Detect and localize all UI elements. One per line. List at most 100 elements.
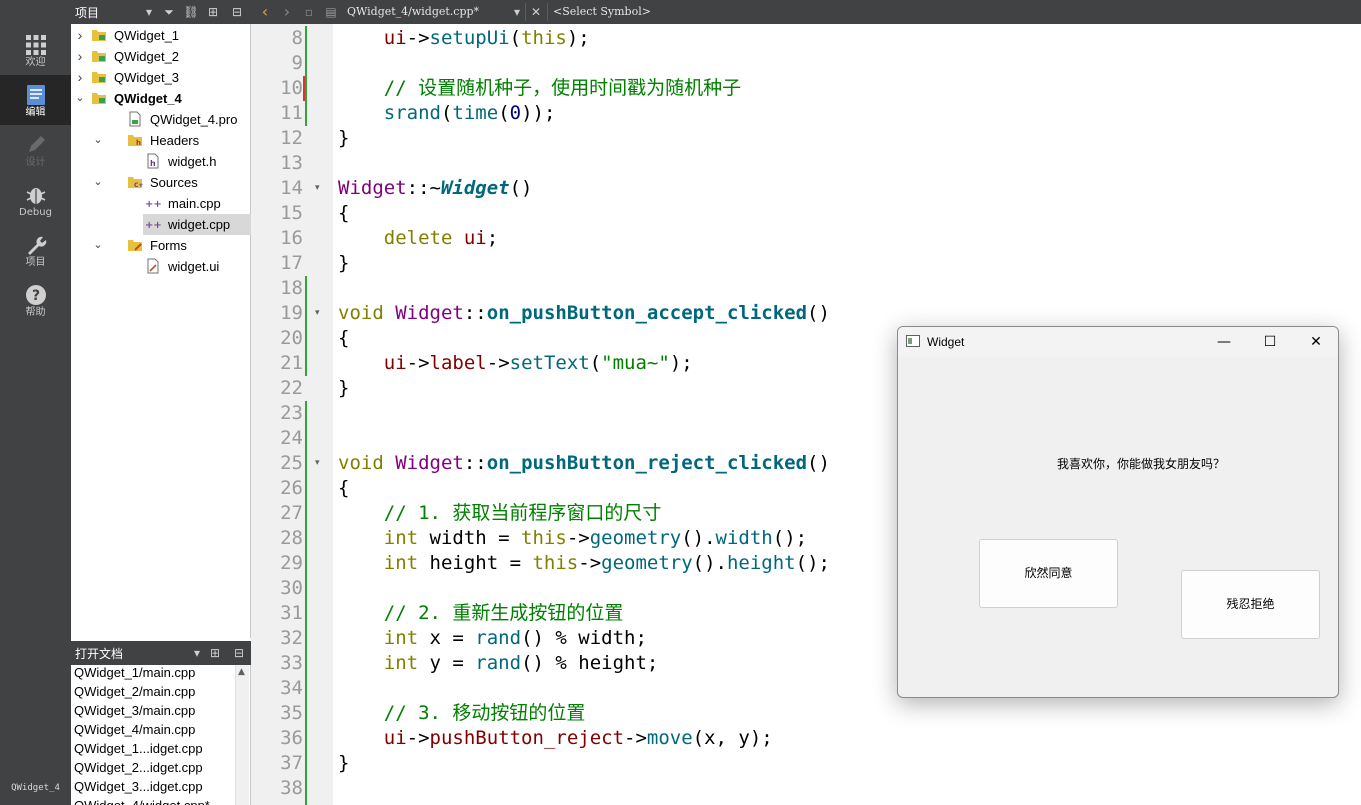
code-token: ui: [383, 727, 407, 749]
open-document-item[interactable]: QWidget_1/main.cpp: [74, 665, 195, 684]
expanded-chevron-icon[interactable]: ⌄: [74, 91, 86, 105]
tree-item-qwidget-3[interactable]: › QWidget_3: [71, 67, 251, 88]
tree-item-forms[interactable]: ⌄ Forms: [71, 235, 251, 256]
mode-projects-label: 项目: [25, 257, 46, 268]
tree-item-qwidget-1[interactable]: › QWidget_1: [71, 25, 251, 46]
code-token: {: [338, 477, 350, 499]
tree-item-qwidget-2[interactable]: › QWidget_2: [71, 46, 251, 67]
maximize-button[interactable]: ☐: [1247, 327, 1293, 357]
projects-view-title[interactable]: 项目: [75, 4, 99, 21]
code-token: ::: [463, 302, 487, 324]
reject-button[interactable]: 残忍拒绝: [1181, 570, 1320, 639]
open-document-item[interactable]: QWidget_2/main.cpp: [74, 684, 195, 703]
line-number: 9: [291, 52, 303, 74]
code-token: // 1. 获取当前程序窗口的尺寸: [383, 502, 662, 524]
code-line[interactable]: // 3. 移动按钮的位置: [338, 701, 586, 726]
close-pane-icon[interactable]: ⊟: [229, 4, 245, 20]
scroll-up-arrow-icon[interactable]: ▲: [238, 667, 245, 677]
link-sync-icon[interactable]: ⛓: [183, 4, 199, 20]
code-line[interactable]: void Widget::on_pushButton_accept_clicke…: [338, 301, 830, 326]
open-documents-scrollbar[interactable]: ▲: [235, 665, 249, 805]
code-line[interactable]: int y = rand() % height;: [338, 651, 659, 676]
kit-selector[interactable]: QWidget_4: [0, 783, 71, 793]
open-document-item[interactable]: QWidget_3/main.cpp: [74, 703, 195, 722]
open-document-item[interactable]: QWidget_2...idget.cpp: [74, 760, 203, 779]
open-document-item[interactable]: QWidget_4/widget.cpp*: [74, 798, 210, 805]
fold-marker-icon[interactable]: ▾: [315, 451, 325, 476]
file-dropdown-arrow-icon[interactable]: ▾: [509, 4, 525, 20]
split-pane-icon[interactable]: ⊞: [207, 645, 223, 661]
navigate-forward-icon[interactable]: ›: [279, 4, 295, 20]
code-line[interactable]: {: [338, 476, 349, 501]
code-line[interactable]: ui->label->setText("mua~");: [338, 351, 693, 376]
code-line[interactable]: }: [338, 751, 349, 776]
line-number: 30: [280, 577, 303, 599]
code-line[interactable]: int width = this->geometry().width();: [338, 526, 807, 551]
fold-marker-icon[interactable]: ▾: [315, 176, 325, 201]
navigate-back-icon[interactable]: ‹: [257, 4, 273, 20]
mode-design[interactable]: 设计: [0, 125, 71, 175]
tree-item-main-cpp[interactable]: ++ main.cpp: [71, 193, 251, 214]
split-pane-icon[interactable]: ⊞: [205, 4, 221, 20]
tree-item-widget-ui[interactable]: widget.ui: [71, 256, 251, 277]
code-line[interactable]: ui->pushButton_reject->move(x, y);: [338, 726, 773, 751]
expanded-chevron-icon[interactable]: ⌄: [92, 175, 104, 189]
code-token: ui: [383, 27, 407, 49]
collapsed-chevron-icon[interactable]: ›: [74, 49, 86, 63]
symbol-selector[interactable]: <Select Symbol>: [553, 5, 651, 18]
code-line[interactable]: // 1. 获取当前程序窗口的尺寸: [338, 501, 662, 526]
code-line[interactable]: }: [338, 251, 349, 276]
tree-item-headers[interactable]: ⌄ h Headers: [71, 130, 251, 151]
open-document-item[interactable]: QWidget_3...idget.cpp: [74, 779, 203, 798]
close-button[interactable]: ✕: [1293, 327, 1338, 357]
mode-projects[interactable]: 项目: [0, 225, 71, 275]
fold-marker-icon[interactable]: ▾: [315, 301, 325, 326]
tree-item-sources[interactable]: ⌄ C+ Sources: [71, 172, 251, 193]
code-line[interactable]: ui->setupUi(this);: [338, 26, 590, 51]
close-pane-icon[interactable]: ⊟: [231, 645, 247, 661]
expanded-chevron-icon[interactable]: ⌄: [92, 133, 104, 147]
open-document-item[interactable]: QWidget_1...idget.cpp: [74, 741, 203, 760]
collapsed-chevron-icon[interactable]: ›: [74, 28, 86, 42]
mode-help[interactable]: ? 帮助: [0, 275, 71, 325]
dropdown-arrow-icon[interactable]: ▾: [141, 4, 157, 20]
code-line[interactable]: }: [338, 376, 349, 401]
close-document-icon[interactable]: ✕: [528, 4, 544, 20]
code-line[interactable]: void Widget::on_pushButton_reject_clicke…: [338, 451, 830, 476]
mode-welcome[interactable]: 欢迎: [0, 25, 71, 75]
tree-item-widget-cpp[interactable]: ++ widget.cpp: [71, 214, 251, 235]
expanded-chevron-icon[interactable]: ⌄: [92, 238, 104, 252]
code-line[interactable]: srand(time(0));: [338, 101, 556, 126]
code-line[interactable]: // 设置随机种子，使用时间戳为随机种子: [338, 76, 741, 101]
mode-debug[interactable]: Debug: [0, 175, 71, 225]
code-line[interactable]: Widget::~Widget(): [338, 176, 533, 201]
filter-icon[interactable]: ⏷: [161, 4, 177, 20]
code-line[interactable]: {: [338, 201, 349, 226]
dropdown-arrow-icon[interactable]: ▾: [189, 645, 205, 661]
open-documents-list: QWidget_4/widget.cpp*QWidget_3...idget.c…: [71, 665, 251, 805]
tree-item-widget-h[interactable]: h widget.h: [71, 151, 251, 172]
code-token: time: [452, 102, 499, 124]
open-documents-title[interactable]: 打开文档: [75, 645, 123, 662]
code-line[interactable]: }: [338, 126, 349, 151]
code-line[interactable]: // 2. 重新生成按钮的位置: [338, 601, 624, 626]
window-titlebar[interactable]: Widget — ☐ ✕: [898, 327, 1338, 357]
code-line[interactable]: delete ui;: [338, 226, 498, 251]
line-number: 27: [280, 502, 303, 524]
current-file-label[interactable]: QWidget_4/widget.cpp*: [347, 5, 479, 18]
collapsed-chevron-icon[interactable]: ›: [74, 70, 86, 84]
open-document-item[interactable]: QWidget_4/main.cpp: [74, 722, 195, 741]
accept-button[interactable]: 欣然同意: [979, 539, 1118, 608]
code-line[interactable]: {: [338, 326, 349, 351]
line-number-gutter: 8 9 10 11 12 13 14 ▾ 15 16 17 18 19 ▾ 20 21 22 23 24 25 ▾ 26 2…: [251, 24, 333, 805]
tree-item-qwidget-4-pro[interactable]: QWidget_4.pro: [71, 109, 251, 130]
code-line[interactable]: int height = this->geometry().height();: [338, 551, 830, 576]
mode-edit[interactable]: 编辑: [0, 75, 71, 125]
code-line[interactable]: int x = rand() % width;: [338, 626, 647, 651]
minimize-button[interactable]: —: [1201, 327, 1247, 357]
line-number: 23: [280, 402, 303, 424]
tree-item-label: widget.cpp: [168, 217, 231, 232]
tree-item-qwidget-4[interactable]: ⌄ QWidget_4: [71, 88, 251, 109]
